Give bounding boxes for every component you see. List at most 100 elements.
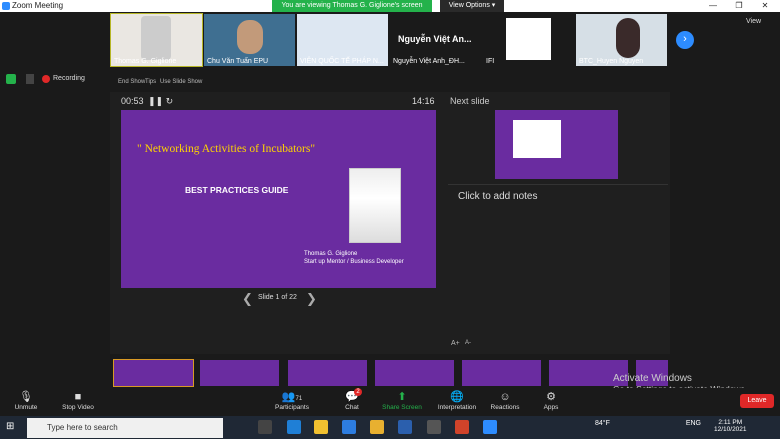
mail-icon[interactable] [342, 420, 356, 434]
word-icon[interactable] [398, 420, 412, 434]
end-show-button[interactable]: End Show [118, 79, 145, 85]
use-slide-show-button[interactable]: Use Slide Show [160, 79, 202, 85]
stop-video-button[interactable]: ■ Stop Video [52, 390, 104, 416]
leave-button[interactable]: Leave [740, 394, 774, 408]
taskbar-search-input[interactable]: Type here to search [27, 418, 223, 438]
system-tray: 84°F ENG [595, 420, 701, 427]
unmute-button[interactable]: 🎙 Unmute [0, 390, 52, 416]
prev-slide-icon[interactable]: ❮ [242, 291, 253, 307]
activation-line1: Activate Windows [613, 373, 692, 384]
speaker-photo [349, 168, 401, 243]
filmstrip-thumb[interactable] [288, 360, 367, 386]
chat-button[interactable]: 💬 Chat [326, 390, 378, 416]
tile-heading: Nguyễn Việt An... [398, 34, 472, 44]
window-title: Zoom Meeting [12, 1, 64, 10]
pause-icon[interactable]: ❚❚ ↻ [148, 96, 173, 107]
participant-tile[interactable]: VIỆN QUỐC TẾ PHÁP N... [297, 14, 388, 66]
recording-label: Recording [53, 75, 85, 82]
close-button[interactable]: ✕ [752, 0, 778, 12]
camera-icon: ■ [74, 391, 82, 403]
font-increase-button[interactable]: A+ [451, 340, 460, 347]
ifi-logo [506, 18, 551, 60]
view-options-button[interactable]: View Options ▾ [440, 0, 504, 12]
gallery-next-button[interactable]: › [676, 31, 694, 49]
participant-name: BTC_Huyen Nguyen [579, 58, 644, 65]
chat-badge: 2 [354, 388, 362, 396]
notes-area[interactable]: Click to add notes [448, 184, 668, 352]
smiley-icon: ☺ [499, 391, 511, 403]
slide-subtitle: BEST PRACTICES GUIDE [185, 185, 289, 195]
participant-tile[interactable]: Thomas G. Giglione [110, 13, 203, 67]
participant-name: Thomas G. Giglione [114, 58, 177, 65]
participant-name: VIỆN QUỐC TẾ PHÁP N... [300, 58, 384, 65]
participants-button[interactable]: 👥71 Participants [266, 390, 318, 416]
taskbar-time: 2:11 PM [718, 419, 743, 426]
people-icon: 👥71 [281, 391, 303, 403]
participant-tile[interactable]: IFI [483, 14, 574, 66]
share-screen-label: Share Screen [382, 404, 422, 411]
task-view-icon[interactable] [258, 420, 272, 434]
chat-icon: 💬 [345, 391, 359, 403]
clock[interactable]: 2:11 PM 12/10/2021 [714, 419, 747, 433]
globe-icon: 🌐 [450, 391, 464, 403]
mic-icon [26, 74, 34, 84]
reactions-button[interactable]: ☺ Reactions [479, 390, 531, 416]
apps-icon: ⚙ [546, 391, 556, 403]
slide-author-block: Thomas G. Giglione Start up Mentor / Bus… [304, 250, 404, 266]
avatar [237, 20, 263, 54]
presenter-timer: 00:53 [121, 96, 144, 106]
participant-name: Chu Văn Tuấn EPU [207, 58, 269, 65]
participants-count: 71 [295, 396, 303, 402]
participant-tile[interactable]: Nguyễn Việt An... Nguyễn Việt Anh_ĐH... [390, 14, 481, 66]
chat-label: Chat [345, 404, 359, 411]
next-slide-icon[interactable]: ❯ [306, 291, 317, 307]
participant-name: Nguyễn Việt Anh_ĐH... [393, 58, 465, 65]
filmstrip-thumb[interactable] [462, 360, 541, 386]
reactions-label: Reactions [490, 404, 520, 411]
restore-button[interactable]: ❐ [726, 0, 752, 12]
view-button[interactable]: View [746, 18, 761, 25]
share-screen-button[interactable]: ⬆ Share Screen [376, 390, 428, 416]
slide-counter: Slide 1 of 22 [258, 294, 297, 301]
unmute-label: Unmute [14, 404, 38, 411]
participant-tile[interactable]: Chu Văn Tuấn EPU [204, 14, 295, 66]
mic-muted-icon: 🎙 [19, 391, 33, 403]
shield-icon[interactable] [6, 74, 16, 84]
avatar [616, 18, 640, 58]
app-icon[interactable] [427, 420, 441, 434]
presenter-clock: 14:16 [412, 96, 435, 106]
next-slide-image [513, 120, 561, 158]
next-slide-label: Next slide [450, 96, 490, 106]
avatar [141, 16, 171, 60]
zoom-taskbar-icon[interactable] [483, 420, 497, 434]
minimize-button[interactable]: — [700, 0, 726, 12]
font-decrease-button[interactable]: A- [465, 340, 471, 346]
apps-button[interactable]: ⚙ Apps [525, 390, 577, 416]
filmstrip-thumb[interactable] [200, 360, 279, 386]
file-explorer-icon[interactable] [314, 420, 328, 434]
participants-label: Participants [275, 404, 309, 411]
filmstrip-thumb[interactable] [375, 360, 454, 386]
filmstrip-thumb[interactable] [113, 359, 194, 387]
participant-tile[interactable]: BTC_Huyen Nguyen [576, 14, 667, 66]
windows-start-icon[interactable]: ⊞ [6, 421, 14, 432]
interpretation-button[interactable]: 🌐 Interpretation [431, 390, 483, 416]
slide-author: Thomas G. Giglione [304, 251, 358, 257]
viewing-banner: You are viewing Thomas G. Giglione's scr… [272, 0, 432, 12]
current-slide: " Networking Activities of Incubators" B… [121, 110, 436, 288]
next-slide-thumbnail[interactable] [495, 110, 618, 179]
edge-icon[interactable] [287, 420, 301, 434]
record-icon [42, 75, 50, 83]
zoom-logo-icon [2, 2, 10, 10]
participant-name: IFI [486, 58, 495, 65]
tips-button[interactable]: Tips [145, 79, 156, 85]
language-label: ENG [685, 420, 701, 427]
share-icon: ⬆ [397, 391, 407, 403]
powerpoint-icon[interactable] [455, 420, 469, 434]
slide-role: Start up Mentor / Business Developer [304, 259, 404, 265]
taskbar-date: 12/10/2021 [714, 426, 747, 433]
notes-placeholder: Click to add notes [458, 191, 538, 202]
folder-icon[interactable] [370, 420, 384, 434]
weather-label: 84°F [595, 420, 610, 427]
slide-title: " Networking Activities of Incubators" [137, 143, 316, 155]
